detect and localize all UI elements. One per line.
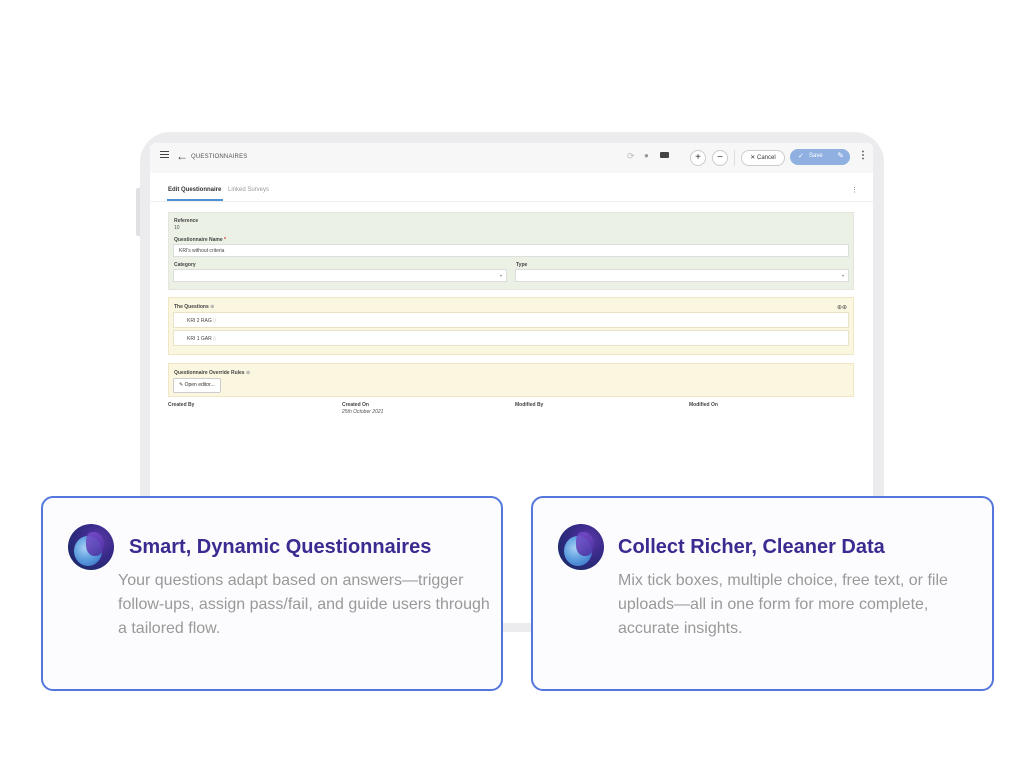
info-icon: ⊕ xyxy=(210,304,215,310)
minus-button[interactable]: − xyxy=(712,150,728,166)
reference-value: 10 xyxy=(174,225,180,231)
back-arrow-icon[interactable]: ← xyxy=(176,149,188,163)
required-marker: * xyxy=(224,237,226,243)
category-label: Category xyxy=(174,262,196,268)
override-rules-panel: Questionnaire Override Rules ⊕ ✎ Open ed… xyxy=(168,363,854,397)
questions-title: The Questions ⊕ xyxy=(174,304,214,310)
open-editor-button[interactable]: ✎ Open editor... xyxy=(173,378,221,393)
tab-bar: Edit Questionnaire Linked Surveys ⋮ xyxy=(150,181,873,202)
dropdown-arrow-icon: ▾ xyxy=(841,273,844,278)
card-title: Smart, Dynamic Questionnaires xyxy=(129,536,432,558)
pencil-icon[interactable]: ✎ xyxy=(837,151,844,160)
override-rules-title-text: Questionnaire Override Rules xyxy=(174,370,245,376)
refresh-icon[interactable]: ⟳ xyxy=(627,151,635,162)
info-icon: ⊕ xyxy=(245,370,251,376)
active-tab-indicator xyxy=(167,199,223,201)
question-label: KRI 1 GAR xyxy=(187,336,212,342)
bell-icon[interactable]: ● xyxy=(644,151,649,160)
save-button[interactable]: ✓ Save ✎ xyxy=(790,149,850,165)
dropdown-arrow-icon: ▾ xyxy=(499,273,502,278)
more-menu-icon[interactable]: ⋮ xyxy=(858,150,868,161)
reference-label: Reference xyxy=(174,218,199,224)
pencil-icon: ✎ xyxy=(179,382,184,388)
tab-more-icon[interactable]: ⋮ xyxy=(851,186,858,194)
top-bar: ← QUESTIONNAIRES ⟳ ● + − ✕ Cancel ✓ Save… xyxy=(150,143,873,173)
override-rules-title: Questionnaire Override Rules ⊕ xyxy=(174,370,250,376)
menu-icon[interactable] xyxy=(160,151,169,158)
questionnaire-name-label-text: Questionnaire Name xyxy=(174,237,223,243)
modified-by-label: Modified By xyxy=(515,402,544,408)
toolbar-divider xyxy=(734,150,735,166)
brand-logo-icon xyxy=(68,524,114,570)
category-select[interactable]: ▾ xyxy=(173,269,507,282)
open-editor-label: Open editor... xyxy=(184,382,215,388)
questionnaire-name-label: Questionnaire Name * xyxy=(174,237,226,243)
questions-title-text: The Questions xyxy=(174,304,209,310)
details-panel: Reference 10 Questionnaire Name * KRI's … xyxy=(168,212,854,290)
question-row[interactable]: KRI 1 GAR ▯ xyxy=(173,330,849,346)
page-title: QUESTIONNAIRES xyxy=(191,154,248,160)
mail-icon[interactable] xyxy=(660,152,669,158)
question-row[interactable]: KRI 2 RAG ▯ xyxy=(173,312,849,328)
check-icon: ✓ xyxy=(798,153,804,160)
tab-edit-questionnaire[interactable]: Edit Questionnaire xyxy=(168,187,221,193)
cancel-label: Cancel xyxy=(757,155,776,161)
cancel-button[interactable]: ✕ Cancel xyxy=(741,150,785,166)
plus-button[interactable]: + xyxy=(690,150,706,166)
save-label: Save xyxy=(809,153,823,159)
add-group-icon[interactable]: ⊕ xyxy=(842,305,847,311)
type-label: Type xyxy=(516,262,528,268)
created-on-value: 25th October 2021 xyxy=(342,409,384,415)
card-title: Collect Richer, Cleaner Data xyxy=(618,536,885,558)
modified-on-label: Modified On xyxy=(689,402,718,408)
type-select[interactable]: ▾ xyxy=(515,269,849,282)
feature-card-richer-data: Collect Richer, Cleaner Data Mix tick bo… xyxy=(531,496,994,691)
question-label: KRI 2 RAG xyxy=(187,318,212,324)
created-by-label: Created By xyxy=(168,402,195,408)
copy-icon[interactable]: ▯ xyxy=(213,336,216,342)
questionnaire-name-field[interactable]: KRI's without criteria xyxy=(173,244,849,257)
copy-icon[interactable]: ▯ xyxy=(213,318,216,324)
brand-logo-icon xyxy=(558,524,604,570)
card-text: Mix tick boxes, multiple choice, free te… xyxy=(618,572,948,637)
feature-card-smart-questionnaires: Smart, Dynamic Questionnaires Your quest… xyxy=(41,496,503,691)
questions-panel: The Questions ⊕ ⊕⊕ KRI 2 RAG ▯ KRI 1 GAR… xyxy=(168,297,854,355)
questions-actions: ⊕⊕ xyxy=(837,304,847,311)
card-text: Your questions adapt based on answers—tr… xyxy=(118,572,490,637)
tab-linked-surveys[interactable]: Linked Surveys xyxy=(228,187,269,193)
created-on-label: Created On xyxy=(342,402,369,408)
